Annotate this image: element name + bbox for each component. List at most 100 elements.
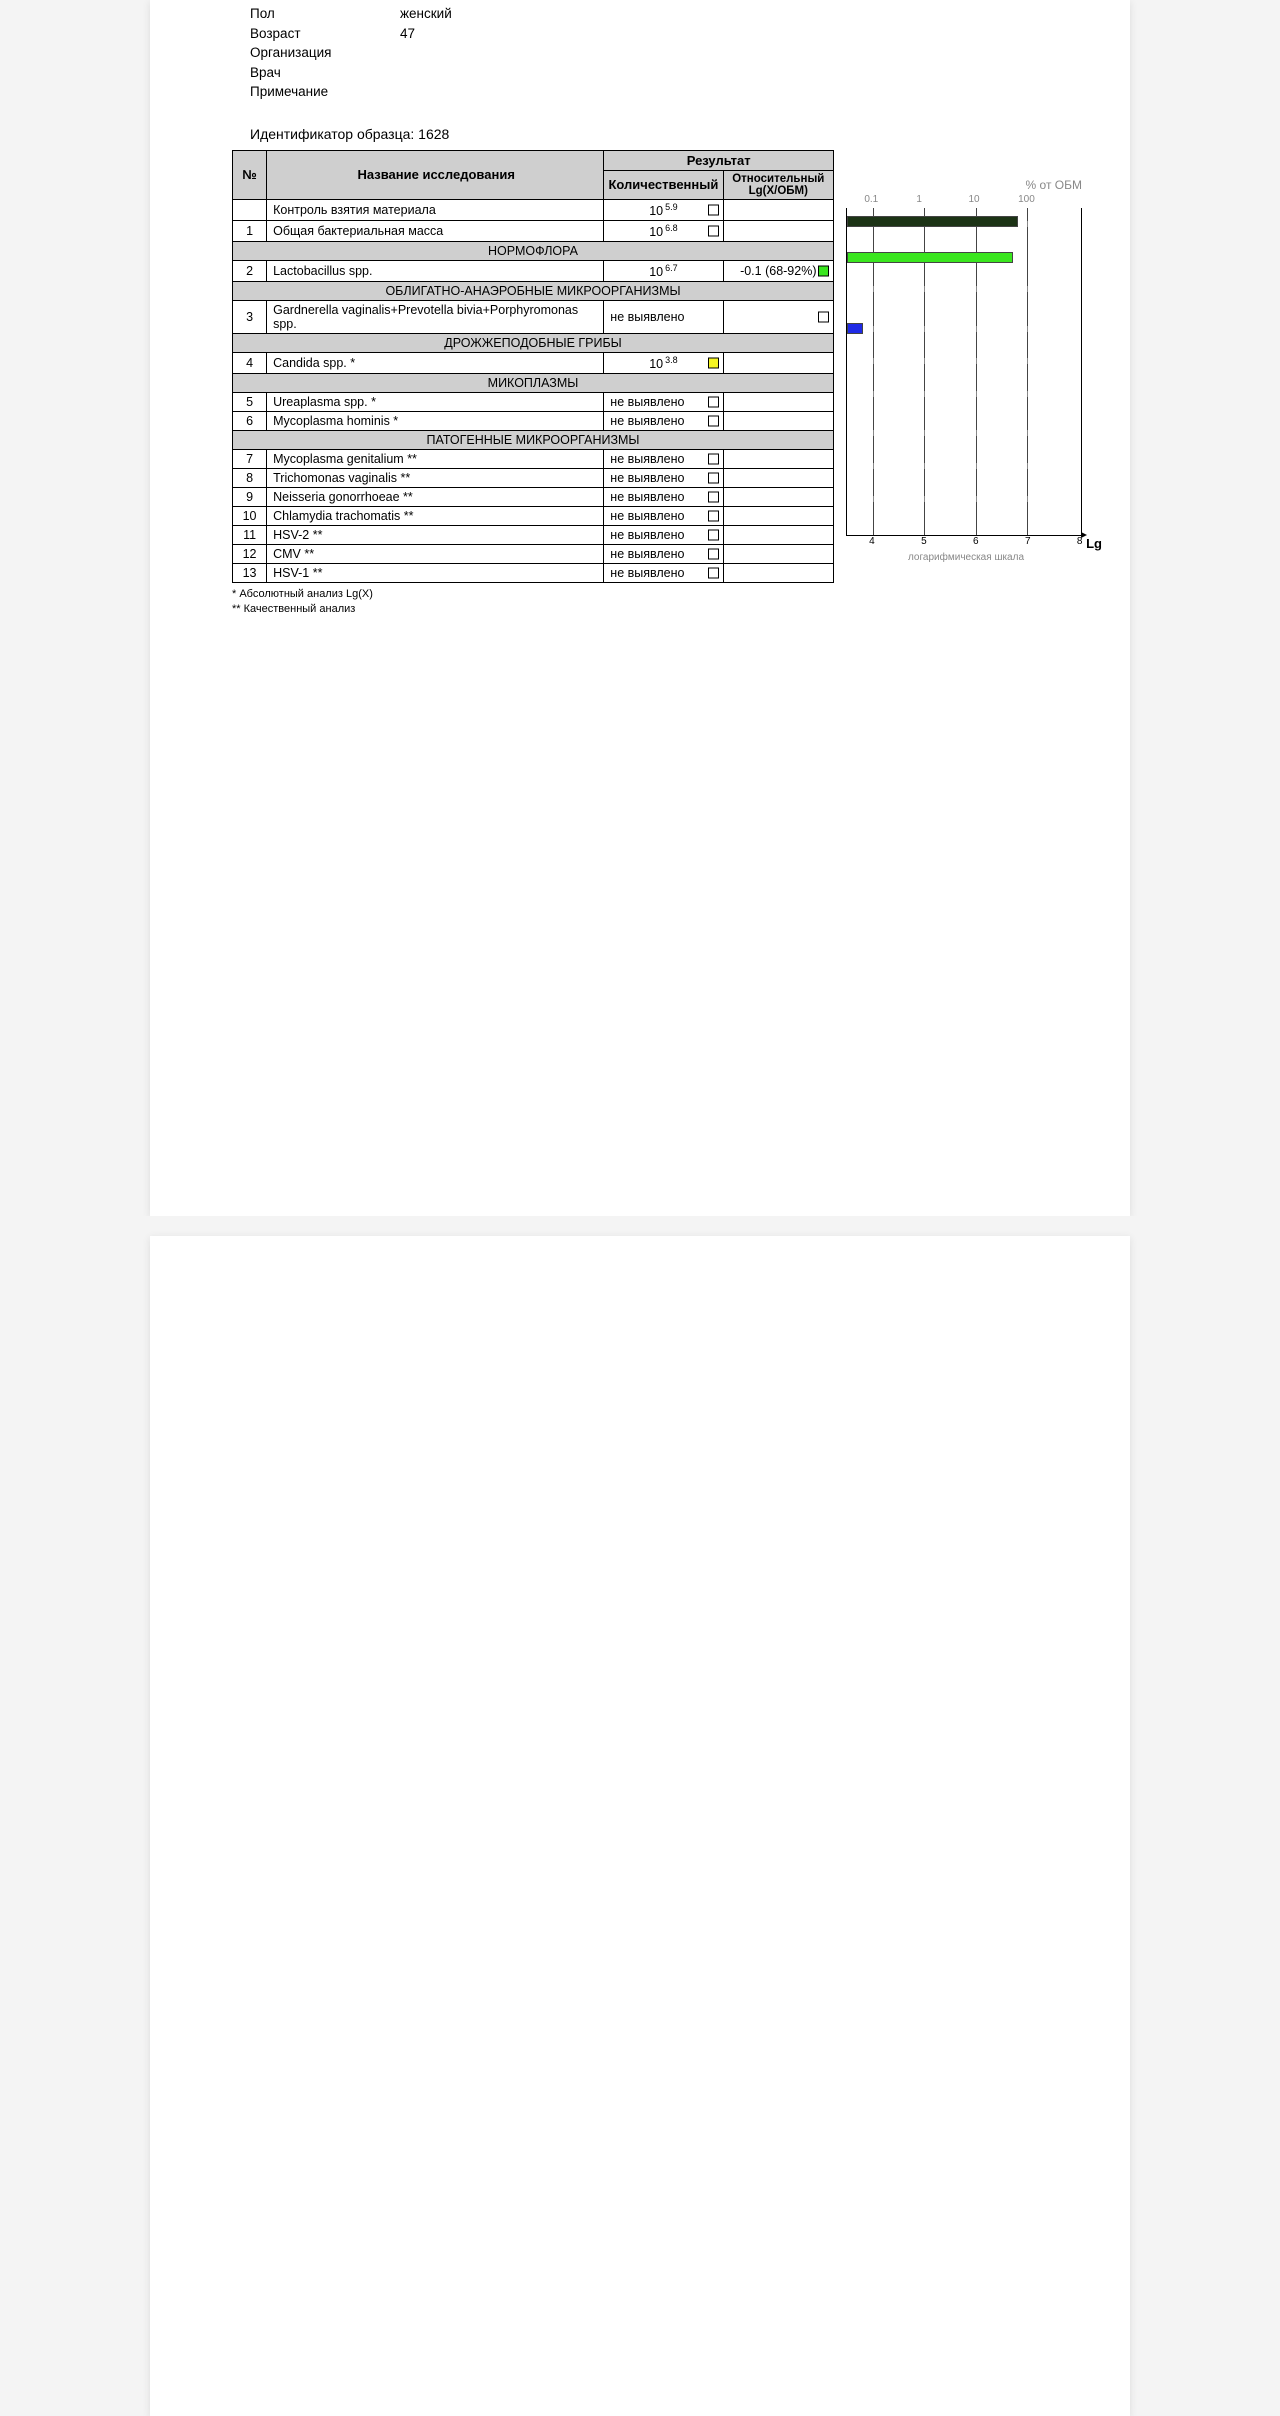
status-box-icon bbox=[708, 204, 719, 215]
table-row: 2 Lactobacillus spp. 106.7 -0.1 (68-92%) bbox=[233, 261, 834, 282]
value-age: 47 bbox=[400, 24, 415, 44]
top-tick: 10 bbox=[968, 194, 979, 205]
table-row: 13HSV-1 **не выявлено bbox=[233, 564, 834, 583]
status-box-icon bbox=[708, 511, 719, 522]
cell-num: 10 bbox=[233, 507, 267, 526]
x-tick: 6 bbox=[973, 536, 979, 547]
cell-rel bbox=[723, 526, 833, 545]
status-box-icon bbox=[708, 454, 719, 465]
document-page: Пол женский Возраст 47 Организация Врач … bbox=[150, 0, 1130, 1216]
cell-rel bbox=[723, 507, 833, 526]
cell-quant: 105.9 bbox=[604, 199, 723, 220]
section-pathogen: ПАТОГЕННЫЕ МИКРООРГАНИЗМЫ bbox=[233, 431, 834, 450]
cell-rel: -0.1 (68-92%) bbox=[723, 261, 833, 282]
cell-num: 13 bbox=[233, 564, 267, 583]
cell-quant: не выявлено bbox=[604, 412, 723, 431]
table-row: 9Neisseria gonorrhoeae **не выявлено bbox=[233, 488, 834, 507]
cell-rel bbox=[723, 220, 833, 241]
status-box-icon bbox=[708, 473, 719, 484]
cell-num: 4 bbox=[233, 353, 267, 374]
label-note: Примечание bbox=[250, 82, 400, 102]
cell-name: HSV-2 ** bbox=[267, 526, 604, 545]
chart-body bbox=[846, 208, 1082, 536]
cell-name: Ureaplasma spp. * bbox=[267, 393, 604, 412]
cell-rel bbox=[723, 564, 833, 583]
cell-quant: не выявлено bbox=[604, 393, 723, 412]
chart-top-labels: 0.1 1 10 100 bbox=[842, 194, 1090, 208]
cell-name: Candida spp. * bbox=[267, 353, 604, 374]
cell-name: Neisseria gonorrhoeae ** bbox=[267, 488, 604, 507]
label-org: Организация bbox=[250, 43, 400, 63]
section-obligate: ОБЛИГАТНО-АНАЭРОБНЫЕ МИКРООРГАНИЗМЫ bbox=[233, 282, 834, 301]
cell-name: Mycoplasma genitalium ** bbox=[267, 450, 604, 469]
table-row: 3 Gardnerella vaginalis+Prevotella bivia… bbox=[233, 301, 834, 334]
status-box-icon bbox=[708, 226, 719, 237]
chart-x-labels: 4 5 6 7 8 Lg bbox=[846, 536, 1082, 550]
footnote-2: ** Качественный анализ bbox=[232, 602, 834, 616]
cell-num: 9 bbox=[233, 488, 267, 507]
x-tick: 8 bbox=[1077, 536, 1083, 547]
cell-quant: не выявлено bbox=[604, 450, 723, 469]
section-myco: МИКОПЛАЗМЫ bbox=[233, 374, 834, 393]
cell-rel bbox=[723, 393, 833, 412]
cell-rel bbox=[723, 469, 833, 488]
status-box-icon bbox=[708, 549, 719, 560]
status-box-icon bbox=[708, 568, 719, 579]
document-page-2 bbox=[150, 1236, 1130, 2416]
grid-line bbox=[1027, 208, 1028, 535]
cell-quant: не выявлено bbox=[604, 564, 723, 583]
page-gap bbox=[0, 1216, 1280, 1236]
label-age: Возраст bbox=[250, 24, 400, 44]
cell-name: HSV-1 ** bbox=[267, 564, 604, 583]
cell-num: 6 bbox=[233, 412, 267, 431]
cell-name: Общая бактериальная масса bbox=[267, 220, 604, 241]
footnotes: * Абсолютный анализ Lg(X) ** Качественны… bbox=[232, 587, 834, 616]
table-row: 11HSV-2 **не выявлено bbox=[233, 526, 834, 545]
cell-rel bbox=[723, 199, 833, 220]
status-box-icon bbox=[708, 416, 719, 427]
status-box-icon bbox=[708, 492, 719, 503]
cell-name: CMV ** bbox=[267, 545, 604, 564]
label-doctor: Врач bbox=[250, 63, 400, 83]
cell-num bbox=[233, 199, 267, 220]
cell-quant: не выявлено bbox=[604, 507, 723, 526]
cell-name: Mycoplasma hominis * bbox=[267, 412, 604, 431]
cell-num: 11 bbox=[233, 526, 267, 545]
cell-name: Gardnerella vaginalis+Prevotella bivia+P… bbox=[267, 301, 604, 334]
cell-rel bbox=[723, 412, 833, 431]
table-row: 5 Ureaplasma spp. * не выявлено bbox=[233, 393, 834, 412]
results-table: № Название исследования Результат Количе… bbox=[232, 150, 834, 584]
cell-quant: 103.8 bbox=[604, 353, 723, 374]
th-rel: Относительный Lg(X/ОБМ) bbox=[723, 170, 833, 199]
top-tick: 0.1 bbox=[864, 194, 878, 205]
cell-num: 5 bbox=[233, 393, 267, 412]
cell-num: 12 bbox=[233, 545, 267, 564]
table-row: 4 Candida spp. * 103.8 bbox=[233, 353, 834, 374]
table-row: 6 Mycoplasma hominis * не выявлено bbox=[233, 412, 834, 431]
bar-candida bbox=[847, 323, 863, 334]
th-name: Название исследования bbox=[267, 150, 604, 199]
footnote-1: * Абсолютный анализ Lg(X) bbox=[232, 587, 834, 601]
top-tick: 1 bbox=[916, 194, 922, 205]
status-box-icon bbox=[818, 266, 829, 277]
cell-rel bbox=[723, 301, 833, 334]
x-tick: 4 bbox=[869, 536, 875, 547]
status-box-icon bbox=[708, 358, 719, 369]
lg-label: Lg bbox=[1086, 536, 1102, 551]
bar-obm bbox=[847, 216, 1018, 227]
chart-x-caption: логарифмическая шкала bbox=[842, 552, 1090, 563]
patient-info-block: Пол женский Возраст 47 Организация Врач … bbox=[170, 0, 1110, 102]
cell-rel bbox=[723, 545, 833, 564]
cell-num: 1 bbox=[233, 220, 267, 241]
label-sex: Пол bbox=[250, 4, 400, 24]
cell-num: 8 bbox=[233, 469, 267, 488]
x-tick: 7 bbox=[1025, 536, 1031, 547]
table-row: 10Chlamydia trachomatis **не выявлено bbox=[233, 507, 834, 526]
table-row: 12CMV **не выявлено bbox=[233, 545, 834, 564]
cell-name: Chlamydia trachomatis ** bbox=[267, 507, 604, 526]
cell-quant: не выявлено bbox=[604, 545, 723, 564]
cell-rel bbox=[723, 353, 833, 374]
x-tick: 5 bbox=[921, 536, 927, 547]
cell-name: Lactobacillus spp. bbox=[267, 261, 604, 282]
table-row: 1 Общая бактериальная масса 106.8 bbox=[233, 220, 834, 241]
